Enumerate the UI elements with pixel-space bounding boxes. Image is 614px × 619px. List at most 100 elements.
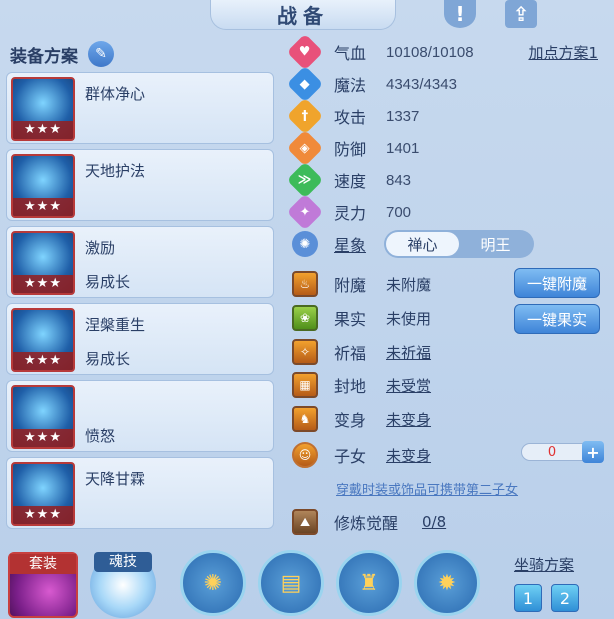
plan-thumb-icon: ★★★ (11, 385, 75, 449)
stars: ★★★ (13, 121, 73, 139)
mana-icon: ◆ (286, 65, 324, 103)
prop-row-fief: ▦ 封地 未受赏 (292, 371, 431, 399)
plan-sub: 易成长 (85, 350, 131, 368)
one-click-fruit-button[interactable]: 一键果实 (514, 304, 600, 334)
fief-icon: ▦ (292, 372, 318, 398)
plan-sub: 易成长 (85, 273, 131, 291)
spirit-icon: ✦ (286, 193, 324, 231)
stat-row-mp: ◆ 魔法 4343/4343 (286, 65, 457, 103)
prop-row-child: ☺ 子女 未变身 0 + (292, 441, 612, 469)
plan-header-title: 装备方案 (10, 46, 78, 67)
plan-sub: 愤怒 (85, 427, 116, 445)
stat-label: 防御 (334, 140, 367, 159)
prop-row-enchant: ♨ 附魔 未附魔 (292, 270, 431, 298)
enchant-icon: ♨ (292, 271, 318, 297)
stat-label: 攻击 (334, 108, 367, 127)
stat-label: 气血 (334, 44, 367, 63)
fruit-icon: ❀ (292, 305, 318, 331)
suit-tab[interactable]: 套装 (8, 552, 78, 618)
mount-plan-2-button[interactable]: 2 (551, 584, 579, 612)
edit-icon[interactable]: ✎ (88, 41, 114, 67)
stars: ★★★ (13, 198, 73, 216)
plan-thumb-icon: ★★★ (11, 231, 75, 295)
one-click-enchant-button[interactable]: 一键附魔 (514, 268, 600, 298)
plus-icon[interactable]: + (582, 441, 604, 463)
stars: ★★★ (13, 429, 73, 447)
shield-icon: ◈ (286, 129, 324, 167)
golden-emblem-icon[interactable]: ✹ (414, 550, 480, 616)
equipment-plan-panel: 装备方案 ✎ ★★★ 群体净心 ★★★ 天地护法 ★★★ 激励 易成长 ★★★ … (4, 34, 284, 529)
stars: ★★★ (13, 275, 73, 293)
prop-label: 子女 (334, 447, 367, 466)
plan-card-5[interactable]: ★★★ 愤怒 (6, 380, 274, 452)
toggle-option-king[interactable]: 明王 (459, 232, 532, 256)
plan-card-1[interactable]: ★★★ 群体净心 (6, 72, 274, 144)
plan-card-3[interactable]: ★★★ 激励 易成长 (6, 226, 274, 298)
child-count: 0 (547, 444, 557, 460)
plan-name: 涅槃重生 (85, 316, 146, 334)
notice-icon[interactable]: ! (444, 0, 476, 28)
plan-card-4[interactable]: ★★★ 涅槃重生 易成长 (6, 303, 274, 375)
sword-icon: † (286, 97, 324, 135)
bottom-bar: 套装 魂技 ✺ ▤ ♜ ✹ 坐骑方案 1 2 (0, 548, 614, 619)
stat-row-hp: ♥ 气血 10108/10108 (286, 33, 474, 71)
stat-row-defense: ◈ 防御 1401 (286, 129, 420, 167)
cultivation-row: ⛰ 修炼觉醒 0/8 (292, 508, 446, 536)
star-row: ✺ 星象 禅心 明王 (292, 230, 612, 258)
plan-name: 激励 (85, 239, 116, 257)
stat-row-spirit: ✦ 灵力 700 (286, 193, 412, 231)
plan-card-6[interactable]: ★★★ 天降甘霖 (6, 457, 274, 529)
plan-header: 装备方案 ✎ (4, 34, 284, 74)
mount-plan-1-button[interactable]: 1 (514, 584, 542, 612)
stat-row-attack: † 攻击 1337 (286, 97, 420, 135)
heart-icon: ♥ (286, 33, 324, 71)
child-icon: ☺ (292, 442, 318, 468)
prop-row-blessing: ✧ 祈福 未祈福 (292, 338, 431, 366)
stat-label: 灵力 (334, 204, 367, 223)
plan-name: 天降甘霖 (85, 470, 146, 488)
prop-value[interactable]: 未祈福 (386, 342, 431, 363)
plan-name: 天地护法 (85, 162, 146, 180)
stat-row-speed: ≫ 速度 843 (286, 161, 412, 199)
hint-link[interactable]: 穿戴时装或饰品可携带第二子女 (336, 479, 518, 498)
prop-value: 未使用 (386, 309, 432, 328)
prop-label: 附魔 (334, 276, 367, 295)
prop-value[interactable]: 未受赏 (386, 375, 431, 396)
share-icon[interactable]: ⇪ (505, 0, 537, 28)
cultivation-value[interactable]: 0/8 (422, 513, 446, 531)
warrior-icon[interactable]: ♜ (336, 550, 402, 616)
plan-name: 群体净心 (85, 85, 146, 103)
stars: ★★★ (13, 506, 73, 524)
scroll-icon[interactable]: ▤ (258, 550, 324, 616)
prop-value[interactable]: 未变身 (386, 445, 431, 466)
prop-value: 未附魔 (386, 275, 432, 294)
stat-value: 843 (386, 171, 412, 189)
stat-value: 1401 (386, 139, 420, 157)
prop-value[interactable]: 未变身 (386, 409, 431, 430)
props-panel: ♨ 附魔 未附魔 一键附魔 ❀ 果实 未使用 一键果实 ✧ 祈福 未祈福 ▦ 封… (292, 268, 612, 535)
star-toggle[interactable]: 禅心 明王 (384, 230, 534, 258)
stat-label: 魔法 (334, 76, 367, 95)
add-point-plan-link[interactable]: 加点方案1 (528, 42, 598, 63)
plan-card-2[interactable]: ★★★ 天地护法 (6, 149, 274, 221)
transform-icon: ♞ (292, 406, 318, 432)
mount-plan-title[interactable]: 坐骑方案 (514, 554, 574, 575)
speed-icon: ≫ (286, 161, 324, 199)
plan-thumb-icon: ★★★ (11, 308, 75, 372)
stars: ★★★ (13, 352, 73, 370)
stat-value: 1337 (386, 107, 420, 125)
soul-skill-tab-label: 魂技 (94, 552, 152, 572)
star-label: 星象 (334, 236, 367, 255)
hint-row: 穿戴时装或饰品可携带第二子女 (292, 479, 612, 498)
plan-thumb-icon: ★★★ (11, 154, 75, 218)
prop-label: 果实 (334, 310, 367, 329)
dance-figure-icon[interactable]: ✺ (180, 550, 246, 616)
page-title: 战备 (210, 0, 396, 30)
suit-tab-label: 套装 (10, 554, 76, 574)
stat-value: 700 (386, 203, 412, 221)
toggle-option-zen[interactable]: 禅心 (386, 232, 459, 256)
child-slot-counter: 0 + (521, 441, 604, 463)
cultivation-icon: ⛰ (292, 509, 318, 535)
soul-skill-tab[interactable]: 魂技 (90, 552, 156, 618)
stat-value: 4343/4343 (386, 75, 457, 93)
